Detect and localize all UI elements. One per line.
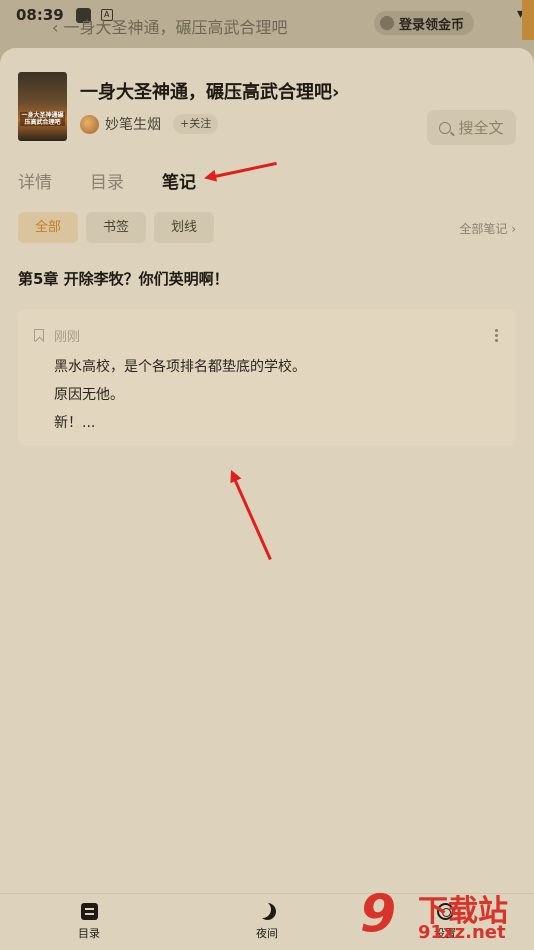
coin-icon (380, 16, 394, 30)
nav-night-label: 夜间 (256, 927, 278, 940)
tab-details[interactable]: 详情 (18, 168, 52, 193)
back-chevron-icon[interactable]: ‹ (52, 18, 63, 37)
note-time: 刚刚 (54, 330, 81, 345)
moon-icon (259, 903, 276, 920)
filter-bookmarks[interactable]: 书签 (86, 212, 147, 243)
book-info-sheet: 一身大圣神通碾压高武合理吧 一身大圣神通，碾压高武合理吧› 妙笔生烟 +关注 搜… (0, 48, 534, 950)
note-card[interactable]: 刚刚 黑水高校，是个各项排名都垫底的学校。 原因无他。 新！... (18, 309, 516, 445)
author-name[interactable]: 妙笔生烟 (105, 114, 161, 134)
tab-toc[interactable]: 目录 (90, 168, 124, 193)
chapter-title: 第5章 开除李牧？你们英明啊！ (18, 270, 229, 288)
background-chapter-title: ‹ 一身大圣神通，碾压高武合理吧 (52, 18, 288, 37)
author-row: 妙笔生烟 +关注 (80, 114, 219, 134)
bookmark-ribbon (522, 0, 534, 40)
cover-text: 一身大圣神通碾压高武合理吧 (20, 112, 65, 126)
filter-highlights[interactable]: 划线 (154, 212, 215, 243)
watermark-url: 91xz.net (418, 922, 506, 943)
filter-all[interactable]: 全部 (18, 212, 79, 243)
note-line: 原因无他。 (54, 387, 124, 403)
chevron-right-icon: › (332, 82, 340, 103)
tab-notes[interactable]: 笔记 (162, 168, 196, 193)
more-options-icon[interactable] (495, 327, 498, 344)
nav-night[interactable]: 夜间 (178, 894, 356, 950)
nav-toc[interactable]: 目录 (0, 894, 178, 950)
note-filters: 全部 书签 划线 (18, 212, 222, 243)
search-label: 搜全文 (458, 119, 504, 137)
toc-icon (80, 903, 98, 920)
search-icon (439, 121, 452, 134)
watermark-digit: 9 (360, 884, 397, 944)
note-content: 黑水高校，是个各项排名都垫底的学校。 原因无他。 新！... (54, 353, 306, 437)
all-notes-link[interactable]: 全部笔记 › (459, 220, 516, 237)
bookmark-icon (34, 329, 44, 341)
login-coin-label: 登录领金币 (399, 17, 465, 33)
site-watermark: 9 下载站 91xz.net (360, 884, 530, 946)
login-coin-button[interactable]: 登录领金币 (374, 11, 475, 35)
note-line: 黑水高校，是个各项排名都垫底的学校。 (54, 359, 306, 375)
book-cover[interactable]: 一身大圣神通碾压高武合理吧 (18, 72, 67, 141)
author-avatar[interactable] (80, 114, 99, 134)
book-title[interactable]: 一身大圣神通，碾压高武合理吧› (80, 78, 339, 104)
follow-button[interactable]: +关注 (173, 114, 219, 134)
search-full-text-button[interactable]: 搜全文 (427, 110, 516, 145)
note-line: 新！... (54, 415, 96, 431)
tab-bar: 详情 目录 笔记 (18, 168, 234, 193)
nav-toc-label: 目录 (78, 927, 100, 940)
